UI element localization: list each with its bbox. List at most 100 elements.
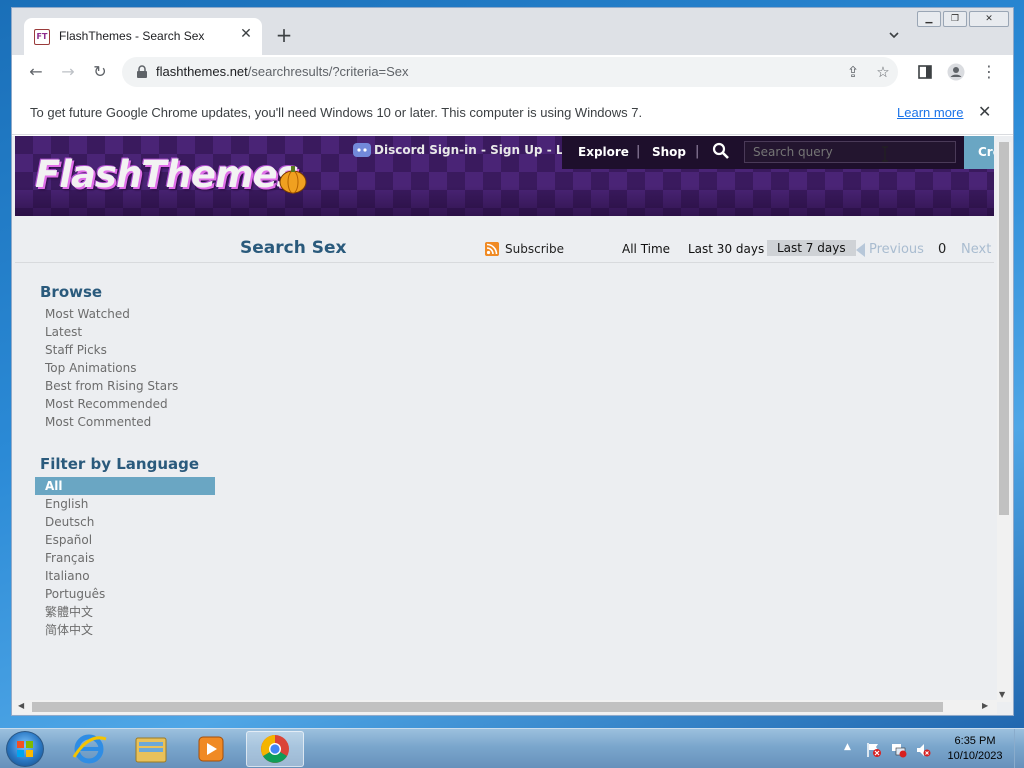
discord-icon [353, 143, 371, 157]
forward-arrow-icon[interactable]: → [59, 63, 77, 81]
language-item-traditional-chinese[interactable]: 繁體中文 [35, 603, 215, 621]
share-icon[interactable]: ⇪ [844, 63, 862, 81]
reload-icon[interactable]: ↻ [91, 63, 109, 81]
language-item-espanol[interactable]: Español [35, 531, 215, 549]
period-last-7-days[interactable]: Last 7 days [767, 240, 856, 256]
scroll-right-arrow-icon[interactable]: ▶ [982, 701, 988, 710]
content-panel: Search Sex Subscribe All Time Last 30 da… [15, 216, 994, 715]
infobar-close-icon[interactable]: ✕ [978, 102, 991, 121]
pager-next[interactable]: Next [961, 242, 991, 257]
windows-logo-icon [17, 741, 33, 757]
subscribe-link[interactable]: Subscribe [505, 242, 564, 256]
tab-close-icon[interactable]: ✕ [238, 26, 254, 42]
file-explorer-icon[interactable] [121, 731, 179, 767]
language-item-all[interactable]: All [35, 477, 215, 495]
profile-avatar-icon[interactable] [947, 63, 965, 81]
vertical-scroll-thumb[interactable] [999, 142, 1009, 515]
page-viewport: FlashThemes Discord Sign-in - Sign Up - … [12, 136, 1013, 715]
browse-item-most-watched[interactable]: Most Watched [45, 305, 178, 323]
scroll-down-arrow-icon[interactable]: ▼ [999, 690, 1005, 699]
browser-toolbar: ← → ↻ flashthemes.net/searchresults/?cri… [12, 55, 1013, 89]
nav-divider: | [636, 144, 641, 159]
lock-icon[interactable] [136, 65, 148, 79]
browse-item-staff-picks[interactable]: Staff Picks [45, 341, 178, 359]
discord-signin-link[interactable]: Discord Sign-in - Sign Up - Login [374, 143, 593, 157]
previous-arrow-icon[interactable] [856, 243, 865, 257]
create-button[interactable]: Cre [964, 136, 994, 169]
internet-explorer-icon[interactable] [60, 731, 118, 767]
url-host: flashthemes.net [156, 64, 248, 79]
url-text[interactable]: flashthemes.net/searchresults/?criteria=… [156, 64, 409, 79]
tab-flashthemes[interactable]: FT FlashThemes - Search Sex ✕ [24, 18, 262, 55]
tray-overflow-chevron-icon[interactable]: ▲ [844, 742, 860, 758]
close-window-button[interactable]: ✕ [969, 11, 1009, 27]
system-clock[interactable]: 6:35 PM 10/10/2023 [940, 734, 1010, 764]
windows-taskbar: ▲ 6:35 PM 10/10/2023 [0, 728, 1024, 768]
browse-list: Most Watched Latest Staff Picks Top Anim… [45, 305, 178, 431]
restore-button[interactable]: ❐ [943, 11, 967, 27]
action-center-warning-icon[interactable] [866, 742, 882, 758]
update-infobar: To get future Google Chrome updates, you… [12, 89, 1013, 135]
language-item-deutsch[interactable]: Deutsch [35, 513, 215, 531]
language-item-portugues[interactable]: Português [35, 585, 215, 603]
clock-date: 10/10/2023 [947, 750, 1003, 762]
horizontal-scrollbar[interactable]: ◀ ▶ [12, 700, 997, 714]
nav-explore-link[interactable]: Explore [578, 145, 629, 159]
language-item-english[interactable]: English [35, 495, 215, 513]
top-navigation: Discord Sign-in - Sign Up - Login Explor… [350, 136, 994, 169]
media-player-icon[interactable] [181, 731, 239, 767]
flashthemes-logo[interactable]: FlashThemes [35, 153, 299, 196]
nav-shop-link[interactable]: Shop [652, 145, 686, 159]
chrome-menu-icon[interactable]: ⋮ [980, 63, 998, 81]
language-item-italiano[interactable]: Italiano [35, 567, 215, 585]
tab-strip: FT FlashThemes - Search Sex ✕ + ▁ ❐ ✕ [12, 8, 1013, 55]
start-button[interactable] [6, 731, 44, 767]
infobar-message: To get future Google Chrome updates, you… [30, 105, 643, 120]
page-number: 0 [938, 242, 947, 257]
browser-window: FT FlashThemes - Search Sex ✕ + ▁ ❐ ✕ ← … [11, 7, 1014, 716]
bookmark-star-icon[interactable]: ☆ [874, 63, 892, 81]
horizontal-scroll-thumb[interactable] [32, 702, 943, 712]
pager-previous[interactable]: Previous [869, 242, 924, 257]
chrome-icon[interactable] [246, 731, 304, 767]
site-search-input[interactable] [744, 141, 956, 163]
browse-item-latest[interactable]: Latest [45, 323, 178, 341]
browse-item-most-recommended[interactable]: Most Recommended [45, 395, 178, 413]
window-controls: ▁ ❐ ✕ [917, 11, 1013, 29]
learn-more-link[interactable]: Learn more [897, 105, 963, 120]
address-bar[interactable]: flashthemes.net/searchresults/?criteria=… [122, 57, 898, 87]
url-path: /searchresults/?criteria=Sex [247, 64, 409, 79]
scroll-left-arrow-icon[interactable]: ◀ [18, 701, 24, 710]
browse-heading: Browse [40, 283, 103, 301]
language-item-francais[interactable]: Français [35, 549, 215, 567]
period-last-30-days[interactable]: Last 30 days [688, 242, 764, 256]
pumpkin-logo-icon [279, 166, 307, 194]
back-arrow-icon[interactable]: ← [27, 63, 45, 81]
site-header: FlashThemes Discord Sign-in - Sign Up - … [15, 136, 994, 216]
new-tab-button[interactable]: + [274, 25, 294, 45]
page-title: Search Sex [240, 238, 347, 258]
side-panel-icon[interactable] [916, 63, 934, 81]
volume-muted-icon[interactable] [915, 742, 931, 758]
search-icon[interactable] [712, 142, 730, 160]
nav-divider: | [695, 144, 700, 159]
language-item-simplified-chinese[interactable]: 简体中文 [35, 621, 215, 639]
divider [15, 262, 994, 263]
rss-icon[interactable] [485, 242, 499, 256]
clock-time: 6:35 PM [954, 735, 996, 747]
browse-item-best-from-rising-stars[interactable]: Best from Rising Stars [45, 377, 178, 395]
period-all-time[interactable]: All Time [622, 242, 670, 256]
language-list: All English Deutsch Español Français Ita… [35, 477, 215, 639]
show-desktop-button[interactable] [1014, 729, 1024, 768]
tab-search-chevron-icon[interactable] [887, 28, 901, 42]
vertical-scrollbar[interactable]: ▼ [997, 142, 1011, 702]
browse-item-most-commented[interactable]: Most Commented [45, 413, 178, 431]
main-nav-bar: Explore | Shop | [562, 136, 964, 169]
text-cursor-icon [882, 146, 888, 162]
network-disconnected-icon[interactable] [891, 742, 907, 758]
browse-item-top-animations[interactable]: Top Animations [45, 359, 178, 377]
tab-title: FlashThemes - Search Sex [59, 29, 205, 43]
flashthemes-favicon-icon: FT [34, 29, 50, 45]
minimize-button[interactable]: ▁ [917, 11, 941, 27]
language-filter-heading: Filter by Language [40, 455, 200, 473]
